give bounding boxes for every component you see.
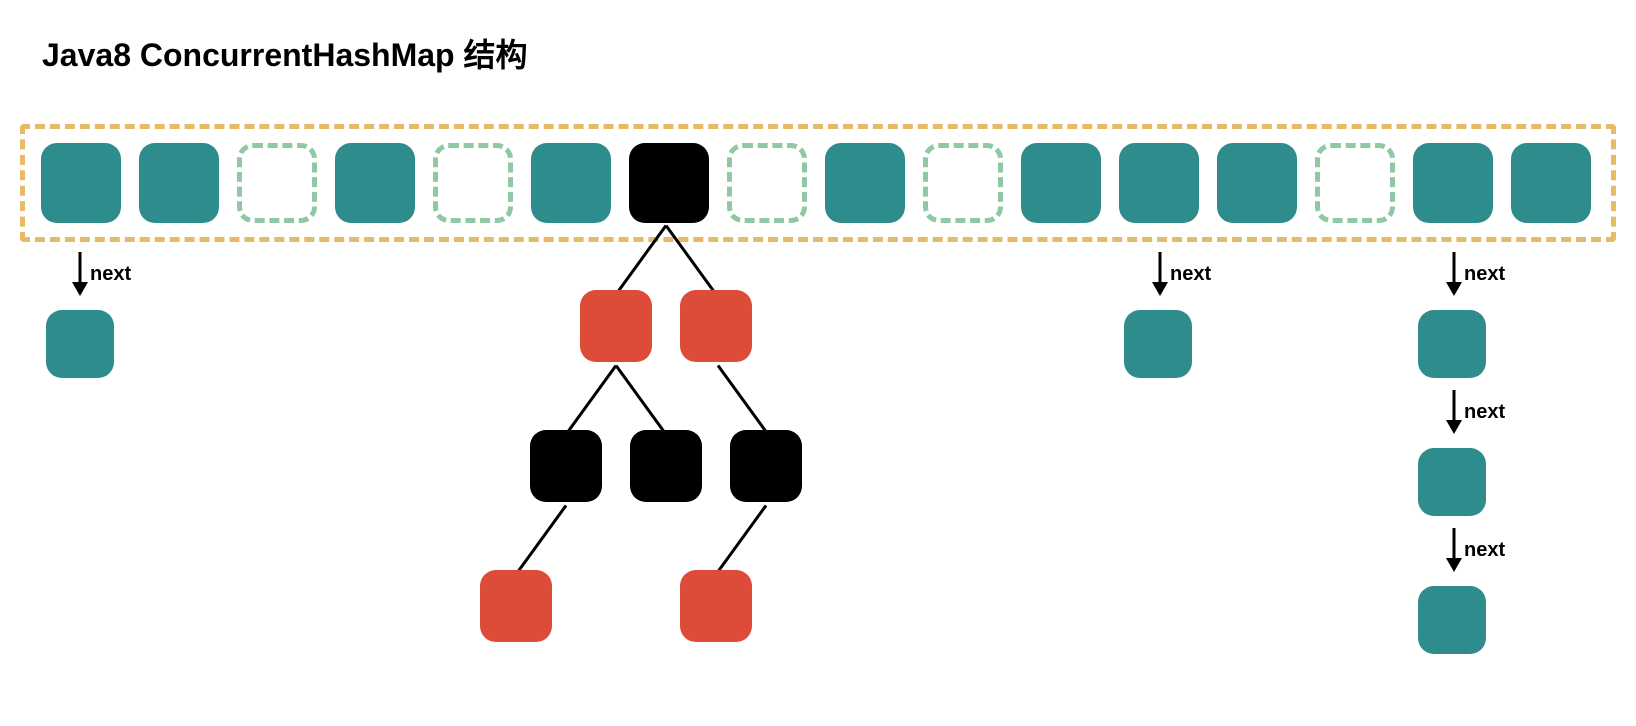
bucket-2-empty — [237, 143, 317, 223]
arrow-down-icon — [1152, 252, 1168, 296]
page-title: Java8 ConcurrentHashMap 结构 — [42, 30, 527, 76]
tree-edge — [714, 505, 767, 576]
chain-node-14-2 — [1418, 586, 1486, 654]
chain-node-11-0 — [1124, 310, 1192, 378]
arrow-next-11: next — [1152, 252, 1211, 296]
bucket-14 — [1413, 143, 1493, 223]
bucket-6-tree-root — [629, 143, 709, 223]
chain-node-14-0 — [1418, 310, 1486, 378]
arrow-next-14-2: next — [1446, 528, 1505, 572]
chain-node-14-1 — [1418, 448, 1486, 516]
bucket-12 — [1217, 143, 1297, 223]
bucket-3 — [335, 143, 415, 223]
arrow-down-icon — [1446, 528, 1462, 572]
arrow-next-14-1: next — [1446, 390, 1505, 434]
tree-node-black-l2-2 — [730, 430, 802, 502]
tree-node-red-l1-left — [580, 290, 652, 362]
tree-node-red-l3-1 — [680, 570, 752, 642]
next-label: next — [90, 263, 131, 286]
bucket-1 — [139, 143, 219, 223]
arrow-down-icon — [72, 252, 88, 296]
next-label: next — [1464, 263, 1505, 286]
bucket-10 — [1021, 143, 1101, 223]
bucket-15 — [1511, 143, 1591, 223]
tree-edge — [514, 505, 567, 576]
tree-node-red-l1-right — [680, 290, 752, 362]
bucket-9-empty — [923, 143, 1003, 223]
next-label: next — [1464, 401, 1505, 424]
bucket-13-empty — [1315, 143, 1395, 223]
bucket-7-empty — [727, 143, 807, 223]
arrow-down-icon — [1446, 390, 1462, 434]
arrow-down-icon — [1446, 252, 1462, 296]
bucket-0 — [41, 143, 121, 223]
arrow-next-14-0: next — [1446, 252, 1505, 296]
tree-node-black-l2-1 — [630, 430, 702, 502]
tree-edge — [717, 365, 770, 436]
next-label: next — [1170, 263, 1211, 286]
tree-node-red-l3-0 — [480, 570, 552, 642]
bucket-4-empty — [433, 143, 513, 223]
tree-node-black-l2-0 — [530, 430, 602, 502]
tree-edge — [564, 365, 617, 436]
bucket-5 — [531, 143, 611, 223]
tree-edge — [615, 365, 668, 436]
arrow-next-0: next — [72, 252, 131, 296]
next-label: next — [1464, 539, 1505, 562]
hash-table-container — [20, 124, 1616, 242]
chain-node-0-0 — [46, 310, 114, 378]
bucket-11 — [1119, 143, 1199, 223]
bucket-8 — [825, 143, 905, 223]
